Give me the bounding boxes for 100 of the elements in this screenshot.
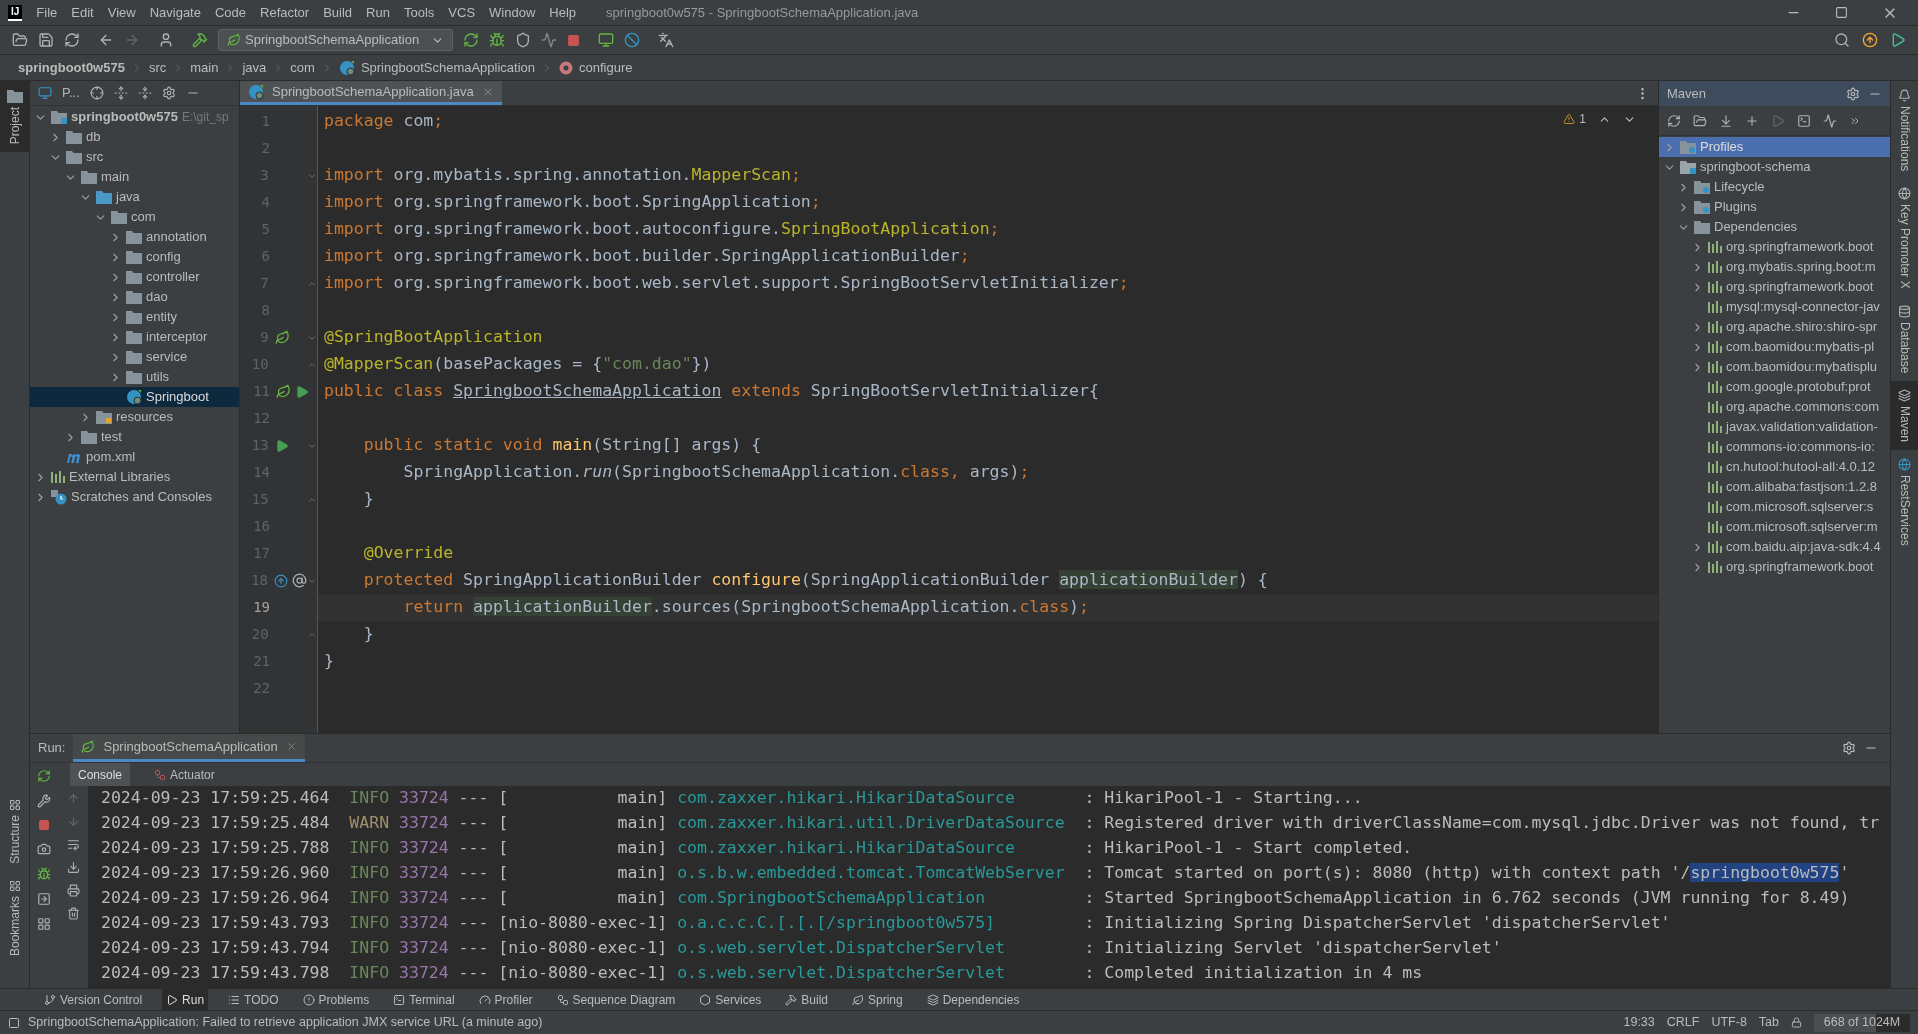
tree-item[interactable]: mysql:mysql-connector-jav bbox=[1659, 297, 1890, 317]
maximize-icon[interactable] bbox=[1835, 6, 1848, 19]
tool-window-button[interactable]: Profiler bbox=[474, 989, 537, 1010]
tree-item[interactable]: main bbox=[30, 167, 239, 187]
monitor-icon[interactable] bbox=[598, 32, 615, 48]
menu-item[interactable]: View bbox=[107, 2, 136, 23]
tree-item[interactable]: resources bbox=[30, 407, 239, 427]
tree-item[interactable]: cn.hutool:hutool-all:4.0.12 bbox=[1659, 457, 1890, 477]
status-item[interactable]: CRLF bbox=[1666, 1013, 1700, 1032]
menu-item[interactable]: Refactor bbox=[260, 2, 310, 23]
tree-item[interactable]: com.google.protobuf:prot bbox=[1659, 377, 1890, 397]
menu-item[interactable]: Build bbox=[323, 2, 353, 23]
tree-item[interactable]: src bbox=[30, 147, 239, 167]
wrench-icon[interactable] bbox=[37, 794, 51, 808]
tree-item[interactable]: Lifecycle bbox=[1659, 177, 1890, 197]
breadcrumb-item[interactable]: springboot0w575 bbox=[18, 57, 125, 78]
status-item[interactable]: Tab bbox=[1758, 1013, 1779, 1032]
hammer-icon[interactable] bbox=[192, 32, 208, 48]
tree-item[interactable]: org.apache.commons:com bbox=[1659, 397, 1890, 417]
tool-window-tab[interactable]: Key Promoter X bbox=[1891, 179, 1918, 298]
console-tab[interactable]: Console bbox=[70, 763, 131, 786]
tree-item[interactable]: com.baidu.aip:java-sdk:4.4 bbox=[1659, 537, 1890, 557]
tree-item[interactable]: Dependencies bbox=[1659, 217, 1890, 237]
locate-icon[interactable] bbox=[89, 86, 104, 100]
camera-icon[interactable] bbox=[37, 842, 51, 856]
terminal-icon[interactable] bbox=[1797, 113, 1811, 128]
tree-item[interactable]: service bbox=[30, 347, 239, 367]
tree-item[interactable]: javax.validation:validation- bbox=[1659, 417, 1890, 437]
tool-window-button[interactable]: Build bbox=[781, 989, 832, 1010]
tree-item[interactable]: controller bbox=[30, 267, 239, 287]
tree-item[interactable]: com bbox=[30, 207, 239, 227]
tree-item[interactable]: pom.xml bbox=[30, 447, 239, 467]
tool-window-tab[interactable]: Database bbox=[1891, 297, 1918, 382]
back-icon[interactable] bbox=[98, 32, 114, 48]
folder-icon[interactable] bbox=[1693, 113, 1707, 128]
tool-window-button[interactable]: Spring bbox=[848, 989, 907, 1010]
tool-window-button[interactable]: Version Control bbox=[40, 989, 147, 1010]
collapse-all-icon[interactable] bbox=[137, 86, 152, 100]
panel-title[interactable]: P... bbox=[62, 83, 80, 103]
tree-item[interactable]: com.microsoft.sqlserver:s bbox=[1659, 497, 1890, 517]
tree-item[interactable]: org.springframework.boot bbox=[1659, 237, 1890, 257]
download-icon[interactable] bbox=[1719, 113, 1733, 128]
ban-icon[interactable] bbox=[624, 32, 641, 48]
run-tab[interactable]: SpringbootSchemaApplication bbox=[73, 734, 305, 762]
tree-item[interactable]: org.mybatis.spring.boot:m bbox=[1659, 257, 1890, 277]
menu-item[interactable]: Window bbox=[489, 2, 536, 23]
console-tab[interactable]: Actuator bbox=[146, 763, 223, 786]
tree-item[interactable]: db bbox=[30, 127, 239, 147]
debug-icon[interactable] bbox=[37, 867, 51, 881]
tool-window-tab[interactable]: Project bbox=[0, 81, 29, 153]
tool-window-button[interactable]: Dependencies bbox=[922, 989, 1024, 1010]
run-icon[interactable] bbox=[274, 438, 289, 453]
tool-window-tab[interactable]: Notifications bbox=[1891, 81, 1918, 180]
breadcrumb-item[interactable]: SpringbootSchemaApplication bbox=[360, 57, 536, 78]
status-item[interactable]: UTF-8 bbox=[1711, 1013, 1747, 1032]
tree-item[interactable]: config bbox=[30, 247, 239, 267]
refresh-icon[interactable] bbox=[64, 32, 80, 48]
expand-all-icon[interactable] bbox=[113, 86, 128, 100]
tree-item[interactable]: com.baomidou:mybatisplu bbox=[1659, 357, 1890, 377]
rerun-icon[interactable] bbox=[463, 32, 480, 48]
tree-item[interactable]: Profiles bbox=[1659, 137, 1890, 157]
menu-item[interactable]: VCS bbox=[448, 2, 476, 23]
menu-item[interactable]: Code bbox=[214, 2, 247, 23]
stop-icon[interactable] bbox=[38, 819, 50, 831]
tree-item[interactable]: com.alibaba:fastjson:1.2.8 bbox=[1659, 477, 1890, 497]
breadcrumb-item[interactable]: com bbox=[290, 57, 315, 78]
breadcrumb-item[interactable]: configure bbox=[579, 57, 633, 78]
tree-item[interactable]: commons-io:commons-io: bbox=[1659, 437, 1890, 457]
tool-window-tab[interactable]: Maven bbox=[1891, 381, 1918, 451]
settings-icon[interactable] bbox=[1846, 86, 1860, 101]
folder-icon[interactable] bbox=[12, 32, 28, 48]
save-icon[interactable] bbox=[38, 32, 54, 48]
add-icon[interactable] bbox=[1745, 113, 1759, 128]
run-icon[interactable] bbox=[295, 384, 309, 399]
tool-window-tab[interactable]: RestServices bbox=[1891, 450, 1918, 555]
tree-item[interactable]: com.microsoft.sqlserver:m bbox=[1659, 517, 1890, 537]
tree-item[interactable]: org.apache.shiro:shiro-spr bbox=[1659, 317, 1890, 337]
layout-icon[interactable] bbox=[37, 917, 51, 931]
tree-item[interactable]: Scratches and Consoles bbox=[30, 487, 239, 507]
settings-icon[interactable] bbox=[161, 86, 176, 100]
tree-item[interactable]: utils bbox=[30, 367, 239, 387]
tool-window-button[interactable]: Run bbox=[162, 989, 209, 1010]
tree-item[interactable]: springboot-schema bbox=[1659, 157, 1890, 177]
menu-item[interactable]: Navigate bbox=[149, 2, 201, 23]
tree-item[interactable]: org.springframework.boot bbox=[1659, 277, 1890, 297]
menu-item[interactable]: File bbox=[36, 2, 58, 23]
debug-icon[interactable] bbox=[489, 32, 506, 48]
editor-tab[interactable]: SpringbootSchemaApplication.java bbox=[240, 81, 502, 105]
tree-item[interactable]: test bbox=[30, 427, 239, 447]
menu-item[interactable]: Edit bbox=[71, 2, 94, 23]
menu-item[interactable]: Help bbox=[549, 2, 577, 23]
breadcrumb-item[interactable]: src bbox=[148, 57, 167, 78]
breadcrumb-item[interactable]: java bbox=[242, 57, 267, 78]
print-icon[interactable] bbox=[66, 884, 80, 897]
override-icon[interactable] bbox=[274, 573, 288, 588]
menu-item[interactable]: Tools bbox=[403, 2, 435, 23]
update-icon[interactable] bbox=[1862, 32, 1878, 48]
tool-window-button[interactable]: Services bbox=[695, 989, 766, 1010]
run-config-dropdown[interactable]: SpringbootSchemaApplication bbox=[218, 29, 454, 51]
breadcrumb-item[interactable]: main bbox=[190, 57, 219, 78]
